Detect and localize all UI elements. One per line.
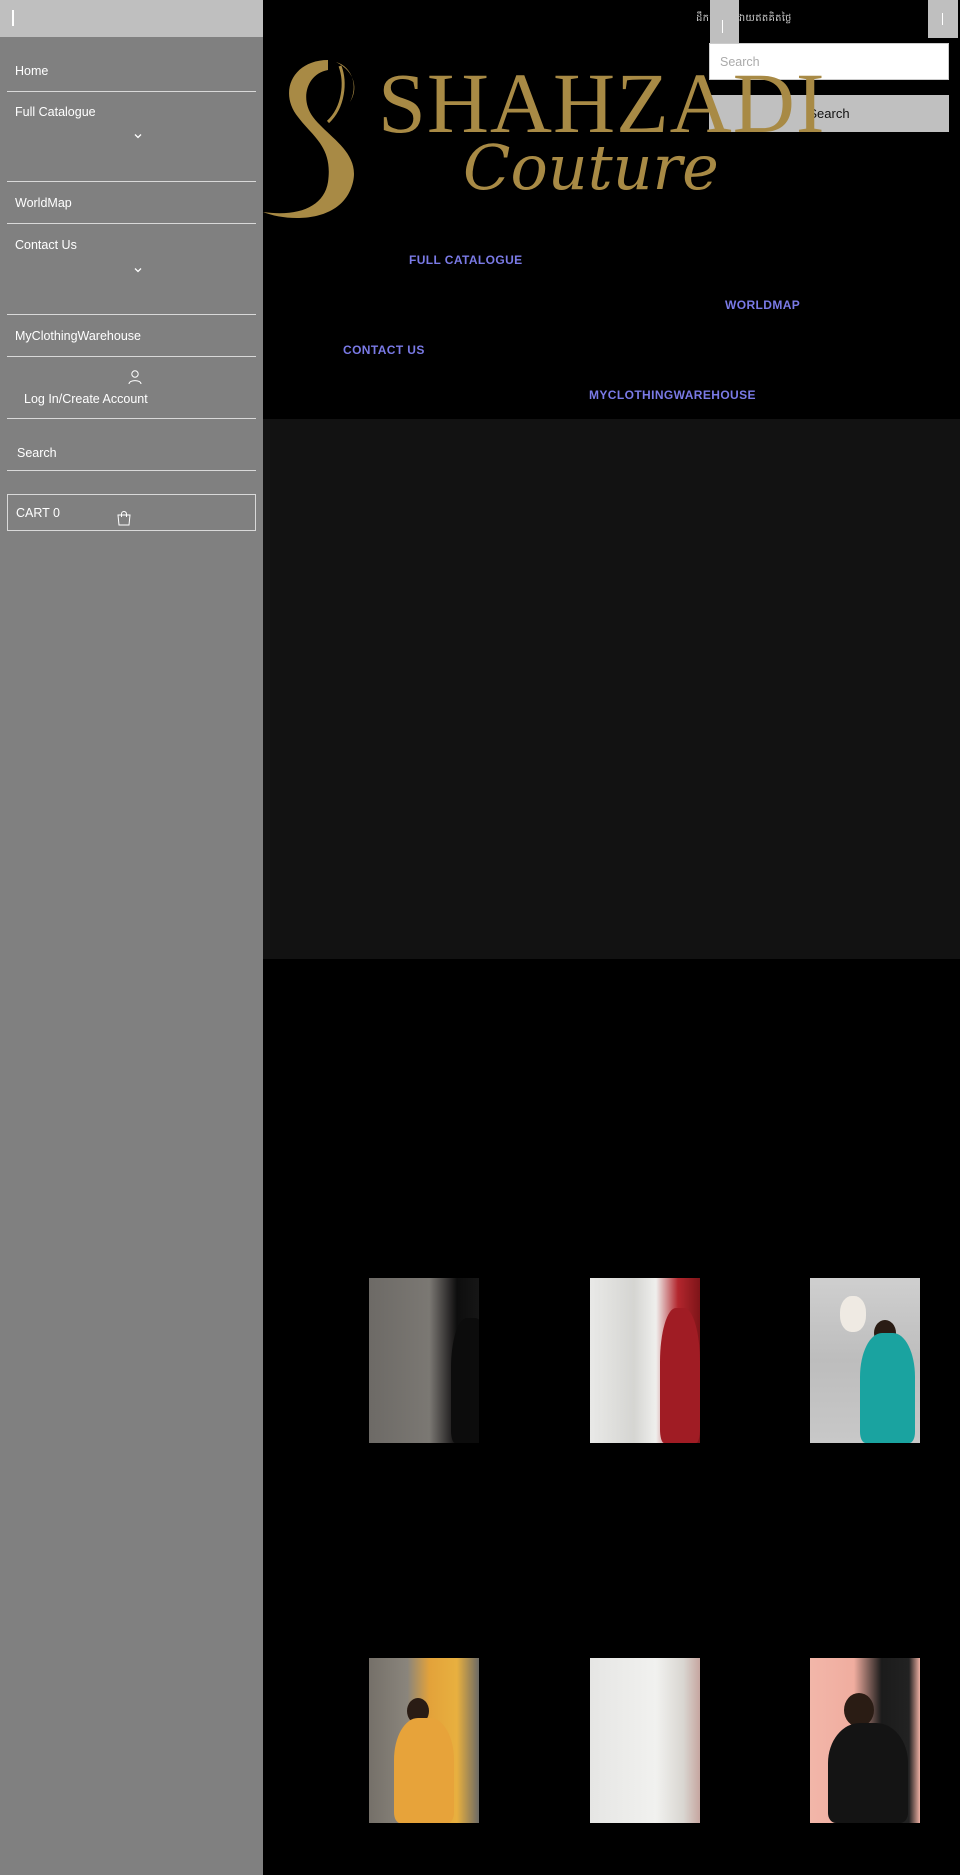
drawer-item-myclothingwarehouse[interactable]: MyClothingWarehouse bbox=[7, 315, 256, 357]
drawer-item-label: Home bbox=[15, 64, 49, 78]
nav-link-full-catalogue[interactable]: FULL CATALOGUE bbox=[409, 253, 523, 267]
header-icon-button[interactable] bbox=[710, 0, 739, 44]
product-card-image[interactable] bbox=[369, 1278, 479, 1443]
logo-emblem-icon bbox=[263, 60, 355, 219]
product-card-image[interactable] bbox=[590, 1278, 700, 1443]
drawer-item-label: WorldMap bbox=[15, 196, 72, 210]
drawer-menu: Home Full Catalogue WorldMap Contact Us … bbox=[0, 37, 263, 471]
nav-link-worldmap[interactable]: WORLDMAP bbox=[725, 298, 800, 312]
logo-tagline: Couture bbox=[463, 131, 719, 204]
nav-link-contact-us[interactable]: CONTACT US bbox=[343, 343, 425, 357]
drawer-item-worldmap[interactable]: WorldMap bbox=[7, 182, 256, 224]
product-card-image[interactable] bbox=[590, 1658, 700, 1823]
site-logo[interactable]: SHAHZADI Couture bbox=[258, 52, 825, 227]
drawer-item-label: Full Catalogue bbox=[15, 105, 96, 119]
nav-link-myclothingwarehouse[interactable]: MYCLOTHINGWAREHOUSE bbox=[589, 388, 756, 402]
drawer-item-full-catalogue[interactable]: Full Catalogue bbox=[7, 92, 256, 182]
page: Home Full Catalogue WorldMap Contact Us … bbox=[0, 0, 960, 1875]
product-card-image[interactable] bbox=[369, 1658, 479, 1823]
cart-button[interactable]: CART 0 bbox=[7, 494, 256, 531]
header-menu-button[interactable] bbox=[928, 0, 958, 38]
drawer-item-contact-us[interactable]: Contact Us bbox=[7, 224, 256, 315]
drawer-item-home[interactable]: Home bbox=[7, 37, 256, 92]
login-label: Log In/Create Account bbox=[24, 392, 148, 406]
user-icon bbox=[128, 370, 142, 385]
drawer-header bbox=[0, 0, 263, 37]
mobile-nav-drawer: Home Full Catalogue WorldMap Contact Us … bbox=[0, 0, 263, 1875]
cart-label: CART 0 bbox=[16, 506, 61, 520]
shopping-bag-icon bbox=[117, 511, 131, 526]
product-card-image[interactable] bbox=[810, 1658, 920, 1823]
hero-banner bbox=[263, 419, 960, 959]
drawer-search-label: Search bbox=[17, 446, 57, 460]
login-create-account-link[interactable]: Log In/Create Account bbox=[7, 357, 256, 419]
drawer-item-label: Contact Us bbox=[15, 238, 77, 252]
product-card-image[interactable] bbox=[810, 1278, 920, 1443]
close-drawer-button[interactable] bbox=[12, 10, 14, 26]
chevron-down-icon[interactable] bbox=[134, 132, 142, 140]
drawer-item-label: MyClothingWarehouse bbox=[15, 329, 141, 343]
drawer-search-link[interactable]: Search bbox=[7, 419, 256, 471]
chevron-down-icon[interactable] bbox=[134, 266, 142, 274]
